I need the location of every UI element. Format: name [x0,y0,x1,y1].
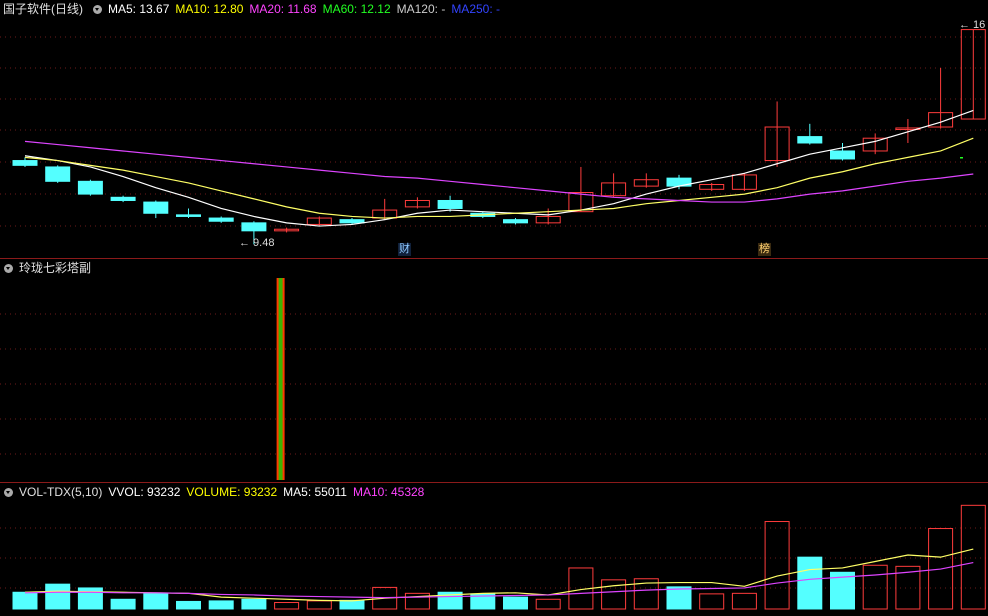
volume-bar-up [306,600,332,610]
indicator-chart[interactable] [0,259,988,482]
candle-down [339,219,365,224]
volume-bar-up [274,602,300,610]
candle-down [208,217,234,222]
volume-bar-down [503,596,528,610]
volume-bar-down [143,592,169,610]
volume-bar-down [241,598,267,610]
candle-down [77,180,103,195]
volume-panel[interactable]: VOL-TDX(5,10) VVOL: 93232 VOLUME: 93232 MA5… [0,483,988,616]
ranking-marker[interactable]: 榜 [758,243,771,256]
candle-down [45,166,71,182]
volume-bar-down [176,600,201,610]
volume-chart[interactable] [0,483,988,616]
volume-bar-down [797,556,823,610]
ma60-mark [960,157,963,159]
low-price-label: ← 9.48 [239,237,275,249]
candle-down [797,136,823,144]
volume-bar-up [731,592,757,610]
volume-bar-up [764,521,790,610]
volume-bar-up [601,579,627,610]
volume-bar-down [666,586,692,610]
candle-down [437,199,463,209]
candle-down [143,201,169,214]
volume-bar-up [535,598,561,610]
volume-bar-up [699,593,725,610]
volume-bar-up [862,564,888,610]
price-panel[interactable]: 国子软件(日线) MA5: 13.67 MA10: 12.80 MA20: 11.68… [0,0,988,258]
volume-bar-down [339,599,365,610]
volume-bar-up [960,504,986,610]
candle-down [110,196,136,201]
candlestick-chart[interactable] [0,0,988,258]
signal-bar-green [278,278,283,480]
candle-down [830,150,855,160]
candle-down [12,160,38,166]
volume-bar-down [110,598,136,610]
volume-bar-down [45,583,71,610]
volume-bar-down [12,591,38,610]
high-price-label: ← 16 [959,19,986,31]
volume-bar-down [208,600,234,610]
finance-marker[interactable]: 财 [398,243,411,256]
candle-down [176,214,201,217]
indicator-panel[interactable]: 玲珑七彩塔副 [0,259,988,482]
candle-down [241,222,267,232]
candle-down [503,219,528,224]
